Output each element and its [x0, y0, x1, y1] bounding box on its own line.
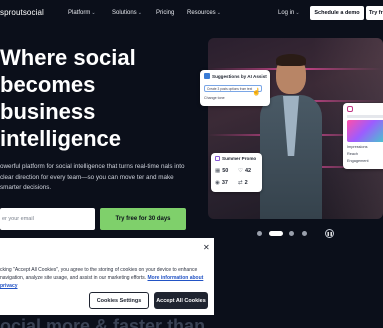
- change-tone-option[interactable]: Change tone: [204, 96, 225, 100]
- carousel-dot[interactable]: [302, 231, 307, 236]
- metric-row: Reach 1: [347, 152, 383, 156]
- cookies-settings-button[interactable]: Cookies Settings: [89, 292, 149, 309]
- schedule-demo-button[interactable]: Schedule a demo: [310, 6, 364, 20]
- nav-item-pricing[interactable]: Pricing: [156, 10, 174, 16]
- login-label: Log in: [278, 10, 295, 16]
- privacy-link[interactable]: privacy: [0, 283, 18, 289]
- chevron-down-icon: ⌄: [137, 10, 142, 16]
- nav-item-label: Resources: [187, 10, 216, 16]
- summer-promo-card: Summer Promo ▦ 50 ♡ 42 ◉ 37 ⇄ 2: [211, 153, 262, 192]
- eye-icon: ◉: [215, 180, 220, 186]
- nav-item-label: Platform: [68, 10, 91, 16]
- logo[interactable]: sproutsocial: [0, 8, 44, 17]
- top-nav: sproutsocial Platform⌄ Solutions⌄ Pricin…: [0, 0, 383, 26]
- ai-card-title: Suggestions by AI Assist: [204, 73, 267, 79]
- person-hair: [276, 54, 306, 66]
- metrics-header-bar: [347, 115, 383, 118]
- stat-value: 50: [222, 168, 229, 174]
- sparkle-icon: [204, 73, 210, 79]
- cookie-text: cking "Accept All Cookies", you agree to…: [0, 266, 212, 290]
- accept-cookies-button[interactable]: Accept All Cookies: [154, 292, 208, 309]
- section-heading: ocial more & faster than: [0, 316, 206, 328]
- promo-stat: ▦ 50: [215, 168, 228, 174]
- metric-label: Impressions: [347, 145, 368, 149]
- carousel-dot-active[interactable]: [269, 231, 283, 236]
- hero-subtext: owerful platform for social intelligence…: [0, 163, 185, 191]
- promo-stat: ◉ 37: [215, 180, 228, 186]
- post-thumbnail: [347, 120, 383, 142]
- stat-value: 2: [244, 180, 248, 186]
- carousel-dot[interactable]: [257, 231, 262, 236]
- close-icon[interactable]: ✕: [203, 243, 210, 252]
- pause-button[interactable]: ❚❚: [325, 229, 334, 238]
- more-info-link[interactable]: More information about: [148, 275, 204, 281]
- metric-label: Engagement: [347, 159, 369, 163]
- nav-item-label: Pricing: [156, 10, 175, 16]
- metrics-card: Impressions 4 Reach 1 Engagement 8: [343, 103, 383, 169]
- promo-card-title: Summer Promo: [215, 156, 256, 161]
- chevron-down-icon: ⌄: [91, 10, 96, 16]
- login-link[interactable]: Log in⌄: [278, 10, 300, 16]
- metric-row: Engagement 8: [347, 159, 383, 163]
- chevron-down-icon: ⌄: [216, 10, 221, 16]
- email-input[interactable]: er your email: [0, 208, 95, 230]
- metric-label: Reach: [347, 152, 358, 156]
- nav-item-resources[interactable]: Resources⌄: [187, 10, 221, 16]
- nav-item-label: Solutions: [112, 10, 137, 16]
- pause-icon: ❚❚: [326, 231, 333, 236]
- heart-icon: ♡: [238, 168, 243, 174]
- cursor-icon: ☝: [252, 89, 261, 96]
- chevron-down-icon: ⌄: [295, 10, 300, 16]
- ai-suggestions-card: Suggestions by AI Assist Create 3 posts …: [200, 70, 270, 106]
- nav-item-solutions[interactable]: Solutions⌄: [112, 10, 142, 16]
- campaign-icon: [215, 156, 220, 161]
- stat-value: 37: [221, 180, 228, 186]
- ai-card-title-text: Suggestions by AI Assist: [212, 73, 267, 79]
- instagram-icon: [347, 106, 353, 112]
- promo-card-title-text: Summer Promo: [222, 156, 257, 161]
- stat-value: 42: [244, 168, 252, 174]
- promo-stat: ⇄ 2: [238, 180, 248, 186]
- metric-row: Impressions 4: [347, 145, 383, 149]
- promo-stat: ♡ 42: [238, 168, 251, 174]
- try-free-button[interactable]: Try free for 30 days: [100, 208, 186, 230]
- nav-item-platform[interactable]: Platform⌄: [68, 10, 96, 16]
- calendar-icon: ▦: [215, 168, 221, 174]
- try-free-nav-button[interactable]: Try fr: [366, 6, 383, 20]
- hero-headline: Where social becomes business intelligen…: [0, 45, 136, 151]
- carousel-dot[interactable]: [289, 231, 294, 236]
- share-icon: ⇄: [238, 180, 243, 186]
